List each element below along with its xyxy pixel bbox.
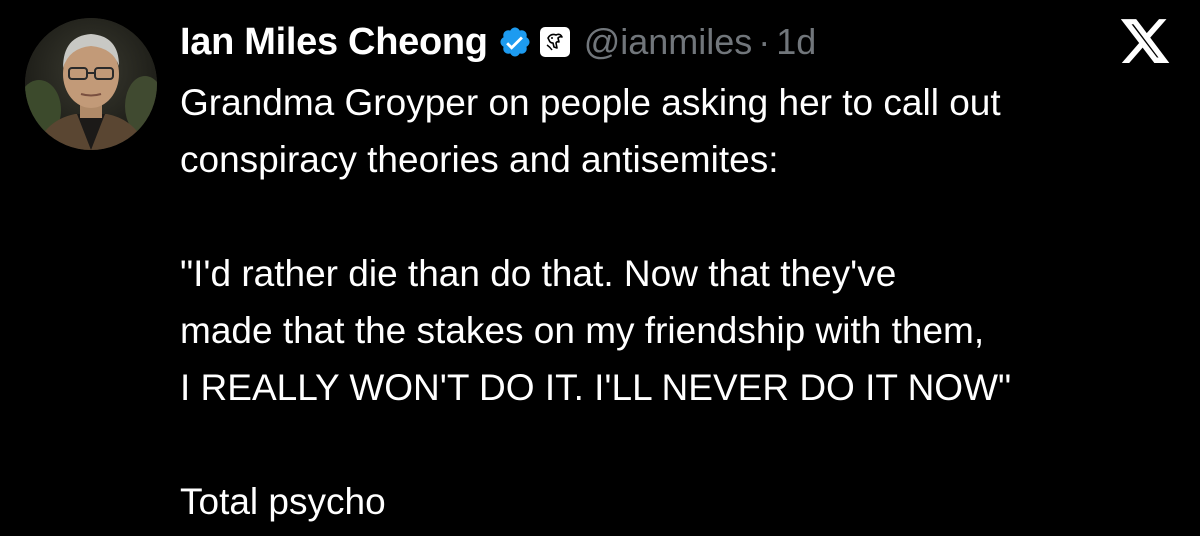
tweet-line: Total psycho [180,481,386,522]
tweet-card: Ian Miles Cheong @ianmiles · 1d Grandma … [0,0,1200,536]
tweet-line: I REALLY WON'T DO IT. I'LL NEVER DO IT N… [180,367,1012,408]
timestamp[interactable]: 1d [776,21,816,63]
tweet-header: Ian Miles Cheong @ianmiles · 1d [180,14,816,70]
tweet-line: made that the stakes on my friendship wi… [180,310,985,351]
tweet-line: Grandma Groyper on people asking her to … [180,82,1001,123]
verified-badge-icon [498,25,532,59]
tweet-line: conspiracy theories and antisemites: [180,139,779,180]
ram-logo-badge-icon[interactable] [539,27,570,57]
display-name[interactable]: Ian Miles Cheong [180,21,488,64]
tweet-line: "I'd rather die than do that. Now that t… [180,253,897,294]
avatar[interactable] [25,18,157,150]
tweet-line-blank [180,188,1180,245]
avatar-photo [25,18,157,150]
tweet-line-blank [180,416,1180,473]
tweet-text: Grandma Groyper on people asking her to … [180,74,1180,530]
x-logo-icon [1118,14,1172,68]
user-handle[interactable]: @ianmiles [584,21,753,63]
separator-dot: · [758,21,771,62]
